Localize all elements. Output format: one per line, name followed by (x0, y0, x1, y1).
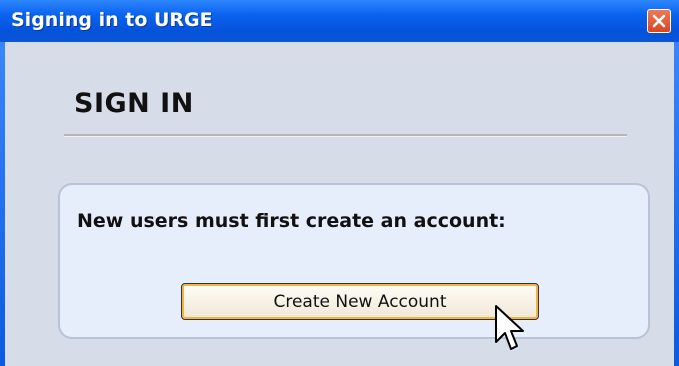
new-account-panel: New users must first create an account: … (58, 183, 650, 339)
dialog-body: SIGN IN New users must first create an a… (5, 42, 674, 366)
signin-window: Signing in to URGE SIGN IN New users mus… (0, 0, 679, 366)
divider (64, 134, 627, 137)
close-button[interactable] (647, 9, 671, 33)
close-icon (652, 14, 666, 28)
page-title: SIGN IN (74, 88, 194, 119)
mouse-pointer-icon (495, 305, 524, 350)
title-bar[interactable]: Signing in to URGE (0, 0, 679, 42)
window-title: Signing in to URGE (11, 9, 213, 31)
create-new-account-button[interactable]: Create New Account (181, 283, 539, 320)
new-users-prompt: New users must first create an account: (77, 210, 506, 232)
